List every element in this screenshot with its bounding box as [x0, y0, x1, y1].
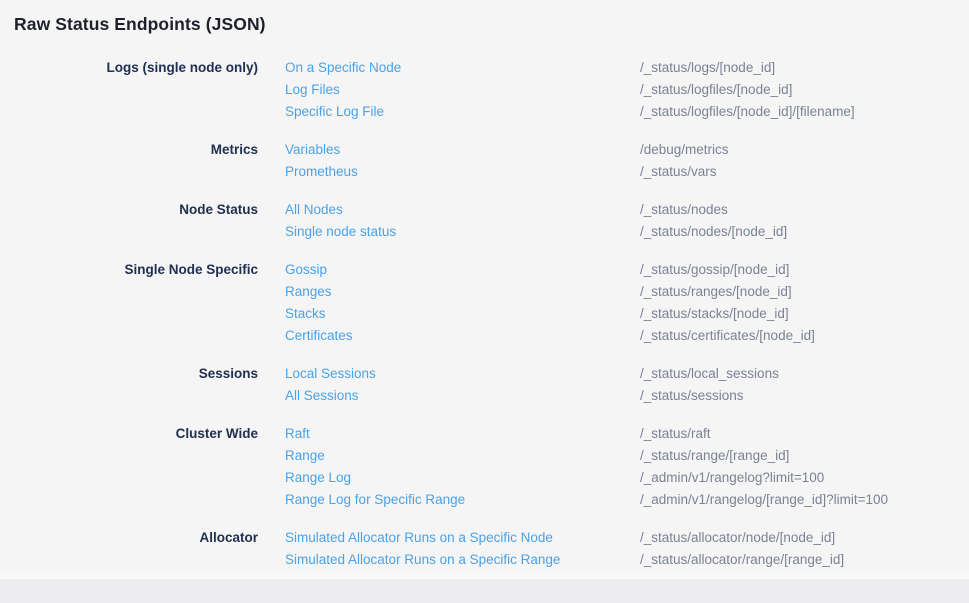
page-title: Raw Status Endpoints (JSON) [14, 12, 955, 36]
endpoint-group: Cluster Wide RaftRangeRange LogRange Log … [14, 423, 955, 511]
group-label: Allocator [14, 527, 258, 571]
endpoint-path: /debug/metrics [640, 139, 955, 161]
paths-column: /_status/raft/_status/range/[range_id]/_… [640, 423, 955, 511]
endpoint-link[interactable]: Ranges [285, 281, 332, 303]
endpoint-link[interactable]: All Sessions [285, 385, 359, 407]
endpoint-link[interactable]: Variables [285, 139, 340, 161]
endpoint-path: /_status/logfiles/[node_id] [640, 79, 955, 101]
endpoint-group: Metrics VariablesPrometheus/debug/metrics… [14, 139, 955, 183]
group-label: Cluster Wide [14, 423, 258, 511]
endpoint-path: /_status/logs/[node_id] [640, 57, 955, 79]
paths-column: /debug/metrics/_status/vars [640, 139, 955, 183]
paths-column: /_status/allocator/node/[node_id]/_statu… [640, 527, 955, 571]
debug-page: Raw Status Endpoints (JSON) Logs (single… [0, 0, 969, 603]
endpoint-path: /_status/stacks/[node_id] [640, 303, 955, 325]
endpoint-path: /_status/sessions [640, 385, 955, 407]
endpoint-path: /_status/nodes [640, 199, 955, 221]
endpoint-path: /_status/logfiles/[node_id]/[filename] [640, 101, 955, 123]
endpoint-link[interactable]: Range Log [285, 467, 351, 489]
endpoint-path: /_status/certificates/[node_id] [640, 325, 955, 347]
endpoint-link[interactable]: Certificates [285, 325, 353, 347]
endpoint-path: /_status/local_sessions [640, 363, 955, 385]
endpoint-link[interactable]: Range Log for Specific Range [285, 489, 465, 511]
endpoint-group: Allocator Simulated Allocator Runs on a S… [14, 527, 955, 571]
paths-column: /_status/logs/[node_id]/_status/logfiles… [640, 57, 955, 123]
endpoint-path: /_status/nodes/[node_id] [640, 221, 955, 243]
links-column: All NodesSingle node status [285, 199, 613, 243]
endpoint-link[interactable]: Gossip [285, 259, 327, 281]
endpoint-path: /_admin/v1/rangelog?limit=100 [640, 467, 955, 489]
group-label: Metrics [14, 139, 258, 183]
endpoint-path: /_status/vars [640, 161, 955, 183]
endpoint-group: Logs (single node only) On a Specific Nod… [14, 57, 955, 123]
paths-column: /_status/nodes/_status/nodes/[node_id] [640, 199, 955, 243]
group-label: Node Status [14, 199, 258, 243]
links-column: Simulated Allocator Runs on a Specific N… [285, 527, 613, 571]
endpoint-link[interactable]: Local Sessions [285, 363, 376, 385]
group-label: Sessions [14, 363, 258, 407]
group-label: Single Node Specific [14, 259, 258, 347]
endpoint-link[interactable]: Range [285, 445, 325, 467]
endpoint-link[interactable]: Log Files [285, 79, 340, 101]
footer-strip [0, 579, 969, 603]
endpoint-path: /_status/range/[range_id] [640, 445, 955, 467]
endpoint-path: /_status/ranges/[node_id] [640, 281, 955, 303]
endpoint-group: Node Status All NodesSingle node status /_… [14, 199, 955, 243]
endpoint-link[interactable]: Single node status [285, 221, 396, 243]
paths-column: /_status/local_sessions/_status/sessions [640, 363, 955, 407]
endpoint-group: Sessions Local SessionsAll Sessions /_stat… [14, 363, 955, 407]
endpoint-link[interactable]: Simulated Allocator Runs on a Specific N… [285, 527, 553, 549]
paths-column: /_status/gossip/[node_id]/_status/ranges… [640, 259, 955, 347]
links-column: On a Specific NodeLog FilesSpecific Log … [285, 57, 613, 123]
endpoint-path: /_status/raft [640, 423, 955, 445]
endpoint-groups: Logs (single node only) On a Specific Nod… [14, 57, 955, 571]
links-column: VariablesPrometheus [285, 139, 613, 183]
endpoint-link[interactable]: Prometheus [285, 161, 358, 183]
endpoint-link[interactable]: On a Specific Node [285, 57, 401, 79]
endpoint-group: Single Node Specific GossipRangesStacksCe… [14, 259, 955, 347]
endpoint-path: /_admin/v1/rangelog/[range_id]?limit=100 [640, 489, 955, 511]
links-column: RaftRangeRange LogRange Log for Specific… [285, 423, 613, 511]
links-column: Local SessionsAll Sessions [285, 363, 613, 407]
endpoint-link[interactable]: Stacks [285, 303, 326, 325]
endpoint-link[interactable]: Raft [285, 423, 310, 445]
endpoint-path: /_status/allocator/node/[node_id] [640, 527, 955, 549]
group-label: Logs (single node only) [14, 57, 258, 123]
links-column: GossipRangesStacksCertificates [285, 259, 613, 347]
endpoint-link[interactable]: All Nodes [285, 199, 343, 221]
endpoint-link[interactable]: Specific Log File [285, 101, 384, 123]
endpoint-path: /_status/gossip/[node_id] [640, 259, 955, 281]
